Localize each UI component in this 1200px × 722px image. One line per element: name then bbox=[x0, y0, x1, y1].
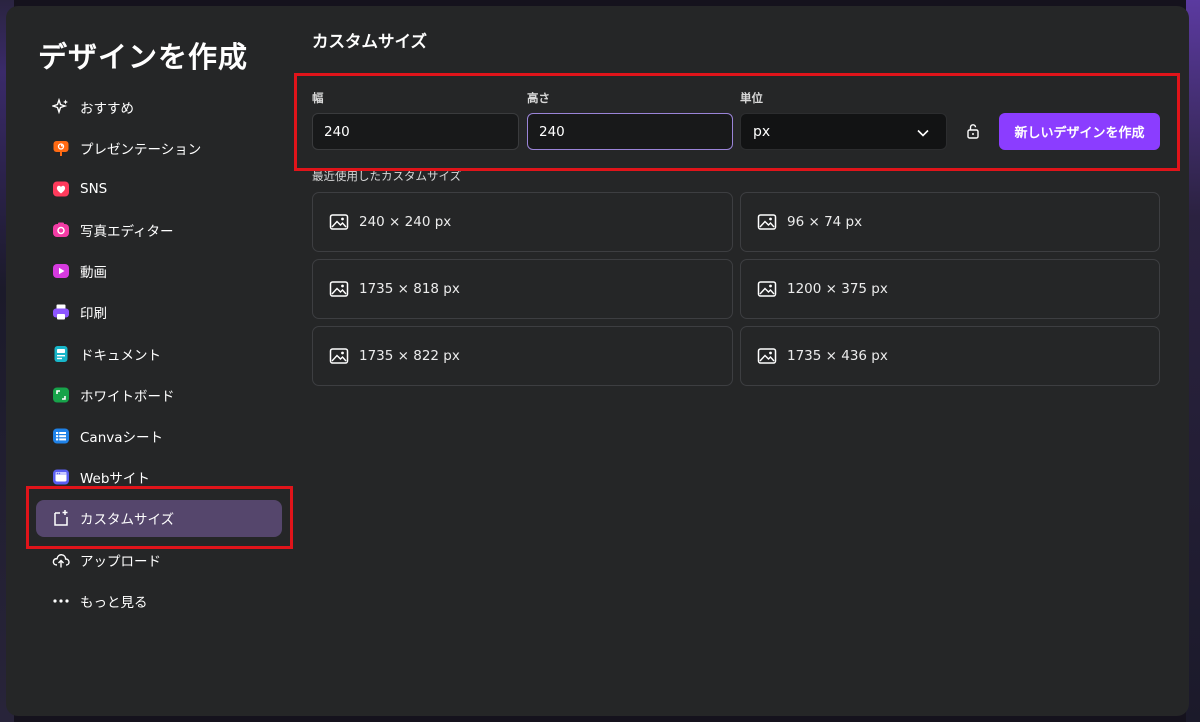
image-icon bbox=[757, 347, 777, 365]
sidebar-item-label: 印刷 bbox=[80, 306, 107, 323]
image-icon bbox=[329, 347, 349, 365]
website-icon bbox=[52, 468, 70, 486]
document-icon bbox=[52, 345, 70, 363]
chevron-down-icon bbox=[916, 125, 930, 144]
sidebar: おすすめ プレゼンテーション SNS 写真エディター 動画 印刷 ドキュメント … bbox=[36, 88, 282, 623]
unit-label: 単位 bbox=[740, 91, 763, 105]
sidebar-item-website[interactable]: Webサイト bbox=[36, 459, 282, 496]
sidebar-item-canva-sheets[interactable]: Canvaシート bbox=[36, 418, 282, 455]
unit-select[interactable]: px bbox=[740, 113, 947, 150]
recent-size-card[interactable]: 96 × 74 px bbox=[740, 192, 1160, 252]
height-input[interactable] bbox=[527, 113, 733, 150]
sidebar-item-label: おすすめ bbox=[80, 100, 134, 117]
sidebar-item-custom-size[interactable]: カスタムサイズ bbox=[36, 499, 282, 537]
image-icon bbox=[329, 213, 349, 231]
sidebar-item-presentation[interactable]: プレゼンテーション bbox=[36, 129, 282, 166]
width-input[interactable] bbox=[312, 113, 519, 150]
sidebar-item-label: Webサイト bbox=[80, 471, 150, 488]
sidebar-item-label: カスタムサイズ bbox=[80, 512, 175, 529]
upload-cloud-icon bbox=[52, 551, 70, 569]
sidebar-item-print[interactable]: 印刷 bbox=[36, 294, 282, 331]
recent-size-card[interactable]: 1735 × 822 px bbox=[312, 326, 733, 386]
sidebar-item-label: ドキュメント bbox=[80, 347, 161, 364]
recent-size-label: 1735 × 818 px bbox=[359, 281, 460, 297]
sidebar-item-photo-editor[interactable]: 写真エディター bbox=[36, 212, 282, 249]
sidebar-item-label: 動画 bbox=[80, 265, 107, 282]
width-label: 幅 bbox=[312, 91, 324, 105]
sidebar-item-whiteboard[interactable]: ホワイトボード bbox=[36, 376, 282, 413]
sidebar-item-label: Canvaシート bbox=[80, 430, 164, 446]
sidebar-item-document[interactable]: ドキュメント bbox=[36, 335, 282, 372]
presentation-icon bbox=[52, 139, 70, 157]
height-label: 高さ bbox=[527, 91, 550, 105]
dialog-title: デザインを作成 bbox=[38, 40, 249, 74]
printer-icon bbox=[52, 303, 70, 321]
recent-size-card[interactable]: 240 × 240 px bbox=[312, 192, 733, 252]
recent-size-label: 96 × 74 px bbox=[787, 214, 863, 230]
recent-size-card[interactable]: 1200 × 375 px bbox=[740, 259, 1160, 319]
sidebar-item-video[interactable]: 動画 bbox=[36, 253, 282, 290]
lock-aspect-ratio-icon[interactable] bbox=[964, 122, 982, 140]
sidebar-item-upload[interactable]: アップロード bbox=[36, 541, 282, 578]
image-icon bbox=[757, 213, 777, 231]
main-title: カスタムサイズ bbox=[312, 32, 428, 51]
sheet-icon bbox=[52, 427, 70, 445]
image-icon bbox=[329, 280, 349, 298]
recent-size-card[interactable]: 1735 × 436 px bbox=[740, 326, 1160, 386]
sidebar-item-label: もっと見る bbox=[80, 594, 148, 611]
sidebar-item-more[interactable]: もっと見る bbox=[36, 582, 282, 619]
sidebar-item-label: プレゼンテーション bbox=[80, 141, 202, 158]
create-design-dialog: デザインを作成 おすすめ プレゼンテーション SNS 写真エディター 動画 印刷… bbox=[6, 6, 1189, 716]
sidebar-item-label: ホワイトボード bbox=[80, 388, 175, 405]
sidebar-item-recommended[interactable]: おすすめ bbox=[36, 88, 282, 125]
sidebar-item-label: 写真エディター bbox=[80, 224, 174, 241]
recent-size-card[interactable]: 1735 × 818 px bbox=[312, 259, 733, 319]
image-icon bbox=[757, 280, 777, 298]
unit-select-value: px bbox=[753, 123, 771, 140]
recent-size-label: 1735 × 436 px bbox=[787, 348, 888, 364]
recent-size-label: 240 × 240 px bbox=[359, 214, 452, 230]
more-dots-icon bbox=[52, 592, 70, 610]
video-icon bbox=[52, 262, 70, 280]
whiteboard-icon bbox=[52, 386, 70, 404]
recent-size-label: 1735 × 822 px bbox=[359, 348, 460, 364]
heart-icon bbox=[52, 180, 70, 198]
recent-sizes-heading: 最近使用したカスタムサイズ bbox=[312, 169, 462, 183]
sparkle-icon bbox=[52, 97, 70, 116]
custom-size-icon bbox=[52, 509, 70, 527]
sidebar-item-sns[interactable]: SNS bbox=[36, 170, 282, 207]
recent-size-label: 1200 × 375 px bbox=[787, 281, 888, 297]
camera-icon bbox=[52, 221, 70, 239]
sidebar-item-label: SNS bbox=[80, 180, 108, 197]
create-new-design-button[interactable]: 新しいデザインを作成 bbox=[999, 113, 1160, 150]
sidebar-item-label: アップロード bbox=[80, 553, 161, 570]
recent-sizes-grid: 240 × 240 px 96 × 74 px 1735 × 818 px 12… bbox=[312, 192, 1160, 386]
